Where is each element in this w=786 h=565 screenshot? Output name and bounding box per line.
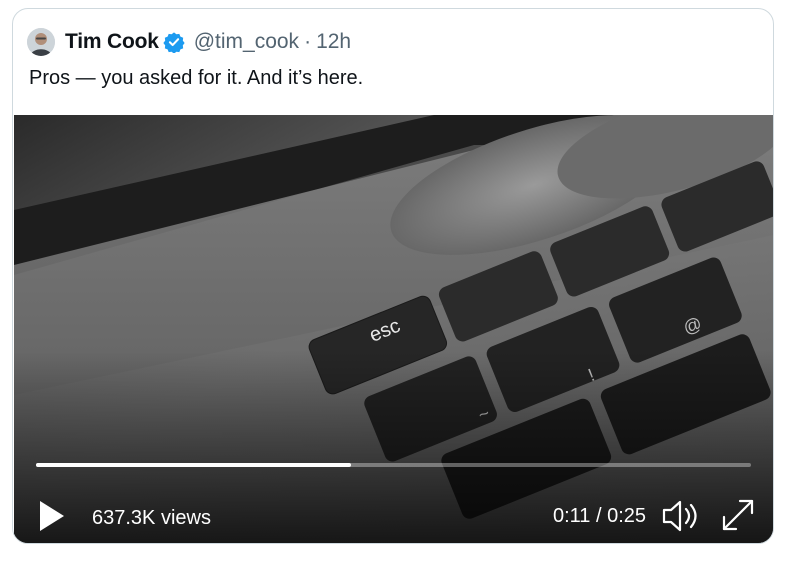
verified-badge-icon (163, 32, 185, 53)
author-name[interactable]: Tim Cook (65, 30, 159, 54)
volume-icon[interactable] (660, 497, 700, 535)
fullscreen-icon[interactable] (718, 495, 758, 535)
avatar[interactable] (27, 28, 55, 56)
progress-bar[interactable] (36, 463, 751, 467)
tweet-text: Pros — you asked for it. And it’s here. (29, 67, 364, 89)
video-time: 0:11 / 0:25 (552, 505, 646, 527)
progress-fill (36, 463, 351, 467)
video-player[interactable]: esc ~ ! @ 637.3K views 0:11 / 0:25 (14, 115, 773, 543)
author-handle[interactable]: @tim_cook (194, 30, 299, 54)
tweet-card[interactable]: Tim Cook @tim_cook · 12h Pros — you aske… (12, 8, 774, 544)
view-count: 637.3K views (92, 507, 211, 529)
play-icon[interactable] (34, 497, 68, 535)
tweet-header: Tim Cook @tim_cook · 12h (27, 27, 351, 57)
separator-dot: · (304, 30, 312, 53)
video-frame: esc ~ ! @ (14, 115, 773, 543)
tweet-time[interactable]: 12h (316, 30, 351, 54)
